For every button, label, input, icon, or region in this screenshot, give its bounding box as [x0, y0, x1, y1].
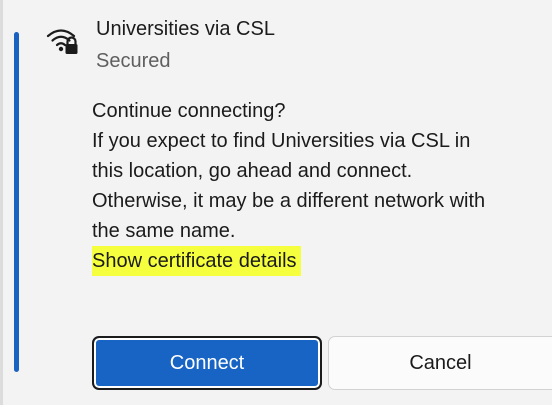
connection-message: Continue connecting? If you expect to fi… — [92, 96, 547, 276]
cancel-button[interactable]: Cancel — [328, 336, 552, 390]
wifi-secured-icon — [46, 29, 78, 54]
network-status: Secured — [96, 50, 171, 72]
connect-button[interactable]: Connect — [92, 336, 322, 390]
message-line: If you expect to find Universities via C… — [92, 130, 471, 152]
message-line: Continue connecting? — [92, 100, 286, 122]
network-name: Universities via CSL — [96, 18, 275, 40]
message-line: this location, go ahead and connect. — [92, 160, 413, 182]
show-certificate-details-link[interactable]: Show certificate details — [92, 246, 301, 276]
message-line: Otherwise, it may be a different network… — [92, 190, 486, 212]
panel-edge — [0, 0, 3, 405]
wifi-network-panel: Universities via CSL Secured Continue co… — [0, 0, 552, 405]
message-line: the same name. — [92, 220, 236, 242]
selected-network-indicator — [14, 32, 19, 372]
